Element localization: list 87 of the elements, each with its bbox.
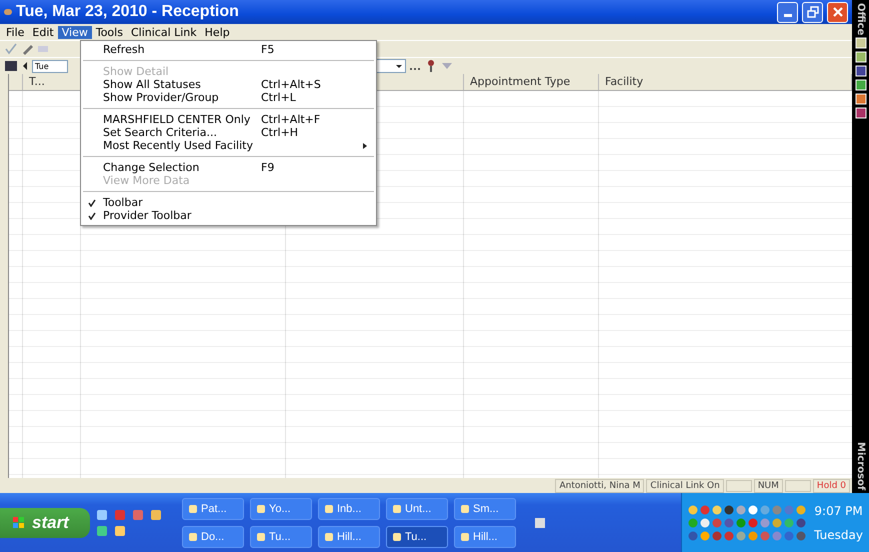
- tray-icon[interactable]: [712, 504, 722, 514]
- tray-icon[interactable]: [688, 504, 698, 514]
- taskbar-button[interactable]: Unt...: [386, 498, 448, 520]
- tray-icon[interactable]: [700, 530, 710, 540]
- menu-option[interactable]: Change Selection F9: [81, 161, 376, 174]
- app-shortcut-icon[interactable]: [854, 79, 866, 92]
- menu-option[interactable]: Most Recently Used Facility: [81, 139, 376, 152]
- taskbar-button[interactable]: Yo...: [250, 498, 312, 520]
- menu-option[interactable]: MARSHFIELD CENTER Only Ctrl+Alt+F: [81, 113, 376, 126]
- window-icon: [392, 532, 402, 542]
- menu-option[interactable]: Set Search Criteria... Ctrl+H: [81, 126, 376, 139]
- status-panel: [784, 480, 811, 492]
- menu-item[interactable]: Tools: [92, 26, 127, 38]
- shortcut-bar-label: Microsof: [855, 442, 866, 490]
- taskbar-button[interactable]: Sm...: [454, 498, 516, 520]
- window-title: Tue, Mar 23, 2010 - Reception: [16, 3, 239, 21]
- window-icon: [256, 532, 266, 542]
- clock-day: Tuesday: [814, 528, 863, 542]
- menu-item[interactable]: Clinical Link: [126, 26, 201, 38]
- close-button[interactable]: [827, 2, 848, 22]
- tray-icon[interactable]: [796, 504, 806, 514]
- windows-logo-icon: [12, 516, 26, 530]
- status-text: Clinical Link On: [646, 478, 724, 492]
- quick-launch-icon[interactable]: [150, 508, 162, 520]
- window-icon: [188, 504, 198, 514]
- tray-icon[interactable]: [688, 530, 698, 540]
- tray-icon[interactable]: [700, 504, 710, 514]
- tray-icon[interactable]: [724, 530, 734, 540]
- window-icon: [392, 504, 402, 514]
- menu-option[interactable]: Show Provider/Group Ctrl+L: [81, 91, 376, 104]
- menu-option[interactable]: Refresh F5: [81, 43, 376, 56]
- menu-item[interactable]: View: [58, 26, 92, 38]
- calendar-icon[interactable]: [4, 59, 18, 73]
- menu-item[interactable]: File: [2, 26, 28, 38]
- taskbar-button[interactable]: Tu...: [386, 526, 448, 548]
- restore-button[interactable]: [802, 2, 823, 22]
- column-header[interactable]: Appointment Type: [464, 74, 599, 90]
- menu-option[interactable]: Toolbar: [81, 196, 376, 209]
- app-shortcut-icon[interactable]: [854, 51, 866, 64]
- submenu-arrow-icon: [362, 142, 368, 150]
- window-icon: [256, 504, 266, 514]
- menu-item[interactable]: Edit: [28, 26, 58, 38]
- app-shortcut-icon[interactable]: [854, 37, 866, 50]
- window-icon: [460, 532, 470, 542]
- window-icon: [324, 504, 334, 514]
- tray-icon[interactable]: [712, 530, 722, 540]
- status-text: Antoniotti, Nina M: [555, 478, 644, 492]
- window-icon: [188, 532, 198, 542]
- window-icon: [460, 504, 470, 514]
- taskbar-button[interactable]: Pat...: [182, 498, 244, 520]
- tray-icon[interactable]: [784, 530, 794, 540]
- restore-icon: [806, 6, 818, 18]
- menu-option[interactable]: Provider Toolbar: [81, 209, 376, 222]
- taskbar-button[interactable]: Tu...: [250, 526, 312, 548]
- menu-option[interactable]: Show All Statuses Ctrl+Alt+S: [81, 78, 376, 91]
- tray-icon[interactable]: [724, 518, 734, 528]
- window-icon: [324, 532, 334, 542]
- close-icon: [832, 6, 844, 18]
- app-icon: [4, 9, 12, 15]
- clock-time: 9:07 PM: [814, 504, 863, 518]
- tray-icon[interactable]: [796, 518, 806, 528]
- tray-icon[interactable]: [700, 518, 710, 528]
- app-shortcut-icon[interactable]: [854, 107, 866, 120]
- tray-icon[interactable]: [748, 504, 758, 514]
- shortcut-bar-label: Office: [855, 3, 866, 36]
- tray-icon[interactable]: [724, 504, 734, 514]
- minimize-button[interactable]: [777, 2, 798, 22]
- start-button[interactable]: start: [0, 508, 90, 538]
- app-shortcut-icon[interactable]: [854, 93, 866, 106]
- minimize-icon: [784, 14, 792, 16]
- tray-icon[interactable]: [796, 530, 806, 540]
- taskbar-button[interactable]: Do...: [182, 526, 244, 548]
- taskbar-button[interactable]: Hill...: [318, 526, 380, 548]
- app-shortcut-icon[interactable]: [854, 65, 866, 78]
- status-text: NUM: [754, 478, 783, 492]
- taskbar-button[interactable]: Inb...: [318, 498, 380, 520]
- date-field[interactable]: Tue: [32, 60, 68, 72]
- quick-launch-icon[interactable]: [96, 508, 108, 520]
- status-panel: [726, 480, 752, 492]
- status-text: Hold 0: [812, 478, 850, 492]
- quick-launch-icon[interactable]: [132, 508, 144, 520]
- taskbar-button[interactable]: Hill...: [454, 526, 516, 548]
- menu-item[interactable]: Help: [200, 26, 234, 38]
- quick-launch-icon[interactable]: [96, 524, 108, 536]
- check-icon[interactable]: [4, 42, 18, 56]
- quick-launch-icon[interactable]: [114, 524, 126, 536]
- tray-icon[interactable]: [748, 518, 758, 528]
